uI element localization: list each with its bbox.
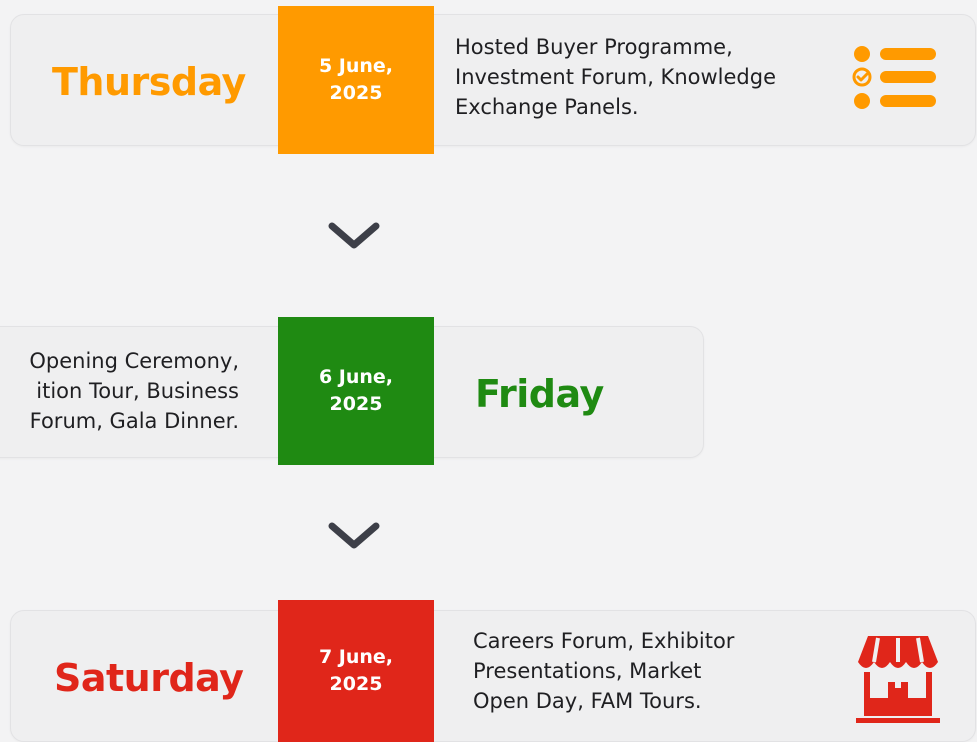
day-label-thursday: Thursday [52, 60, 246, 104]
events-saturday: Careers Forum, Exhibitor Presentations, … [473, 629, 735, 713]
chevron-down-icon [328, 522, 380, 549]
events-friday: Opening Ceremony, ition Tour, Business F… [29, 349, 239, 433]
events-thursday: Hosted Buyer Programme, Investment Forum… [455, 35, 776, 119]
date-box-saturday: 7 June, 2025 [278, 600, 434, 742]
date-box-thursday: 5 June, 2025 [278, 6, 434, 154]
market-stall-icon [856, 636, 940, 723]
checklist-icon [852, 46, 936, 109]
day-label-saturday: Saturday [54, 656, 244, 700]
day-label-friday: Friday [475, 372, 604, 416]
chevron-down-icon [328, 222, 380, 249]
date-box-friday: 6 June, 2025 [278, 317, 434, 465]
